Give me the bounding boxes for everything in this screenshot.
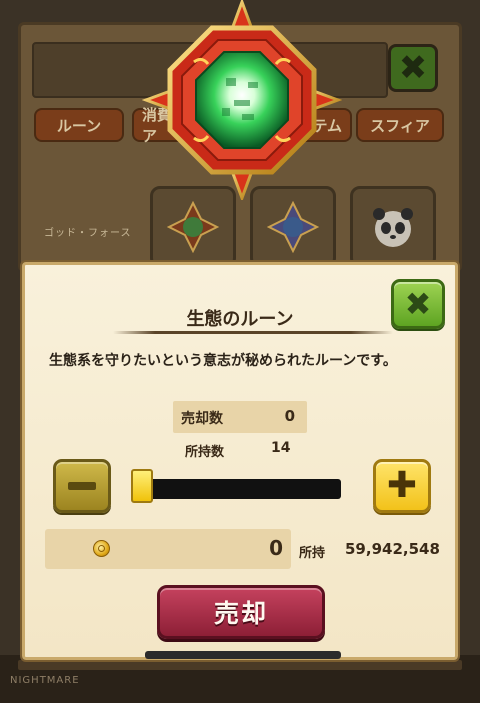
sell-count-box: 売却数 0 <box>173 401 307 433</box>
dialog-bottom-bar <box>145 651 341 659</box>
rune-icon <box>267 201 319 253</box>
rune-description: 生態系を守りたいという意志が秘められたルーンです。 <box>49 353 397 369</box>
quantity-slider[interactable] <box>147 479 341 499</box>
background-section-label: ゴッド・フォース <box>44 228 132 239</box>
owned-gold-value: 59,942,548 <box>345 540 440 558</box>
close-button[interactable]: ✖ <box>391 279 445 329</box>
title-divider <box>113 331 393 334</box>
background-close-icon: ✖ <box>388 44 438 92</box>
panda-icon <box>373 208 413 247</box>
sell-count-label: 売却数 <box>181 411 223 427</box>
close-x-icon: ✖ <box>404 285 432 323</box>
background-slot-3 <box>350 186 436 268</box>
gold-coin-icon <box>93 540 110 557</box>
rune-sell-dialog: 生態のルーン ✖ 生態系を守りたいという意志が秘められたルーンです。 売却数 0… <box>22 262 458 660</box>
decrease-button[interactable] <box>53 459 111 513</box>
background-watermark: NIGHTMARE <box>10 675 80 686</box>
owned-count-value: 14 <box>271 440 291 456</box>
background-bottom-bar <box>18 660 462 670</box>
sell-count-value: 0 <box>284 407 295 425</box>
rune-icon <box>167 201 219 253</box>
background-tab-rune: ルーン <box>34 108 124 142</box>
background-tab-sphere: スフィア <box>356 108 444 142</box>
gold-amount-box: 0 <box>45 529 291 569</box>
owned-count-label: 所持数 <box>185 445 225 460</box>
increase-button[interactable]: ✚ <box>373 459 431 513</box>
minus-icon <box>68 482 96 490</box>
owned-gold-label: 所持 <box>299 546 326 561</box>
plus-icon: ✚ <box>386 465 418 506</box>
slider-handle[interactable] <box>131 469 153 503</box>
sell-button[interactable]: 売却 <box>157 585 325 639</box>
sell-gold-value: 0 <box>269 536 283 560</box>
rune-emblem-icon <box>142 0 342 200</box>
